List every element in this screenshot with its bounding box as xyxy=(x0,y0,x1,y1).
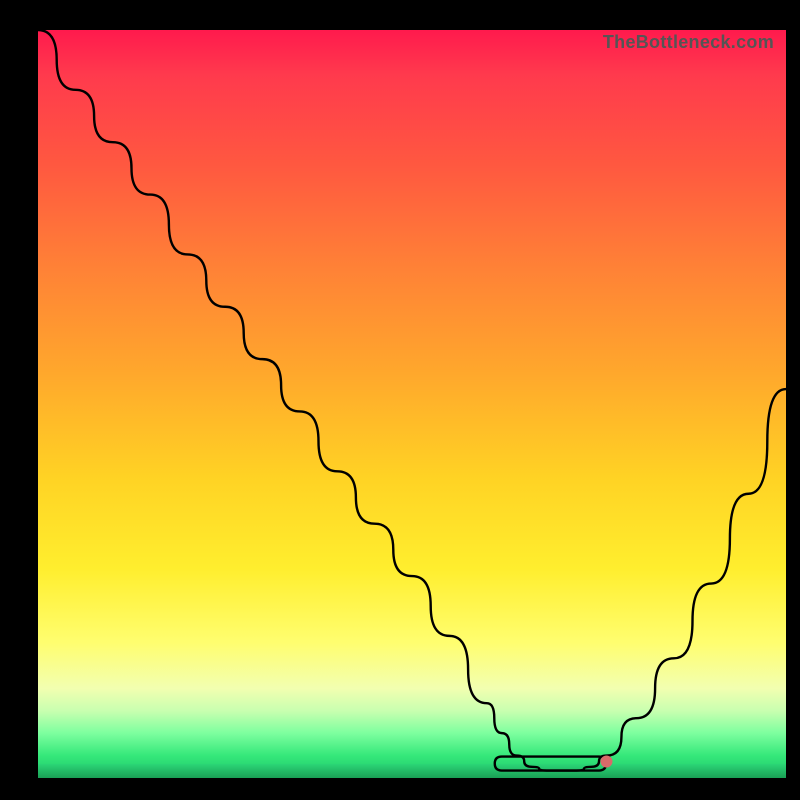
plot-area: TheBottleneck.com xyxy=(38,30,786,778)
optimal-plateau-marker xyxy=(495,757,606,771)
bottleneck-curve xyxy=(38,30,786,778)
curve-line xyxy=(38,30,786,771)
chart-frame: TheBottleneck.com xyxy=(8,8,792,792)
optimal-point-marker xyxy=(600,756,612,768)
